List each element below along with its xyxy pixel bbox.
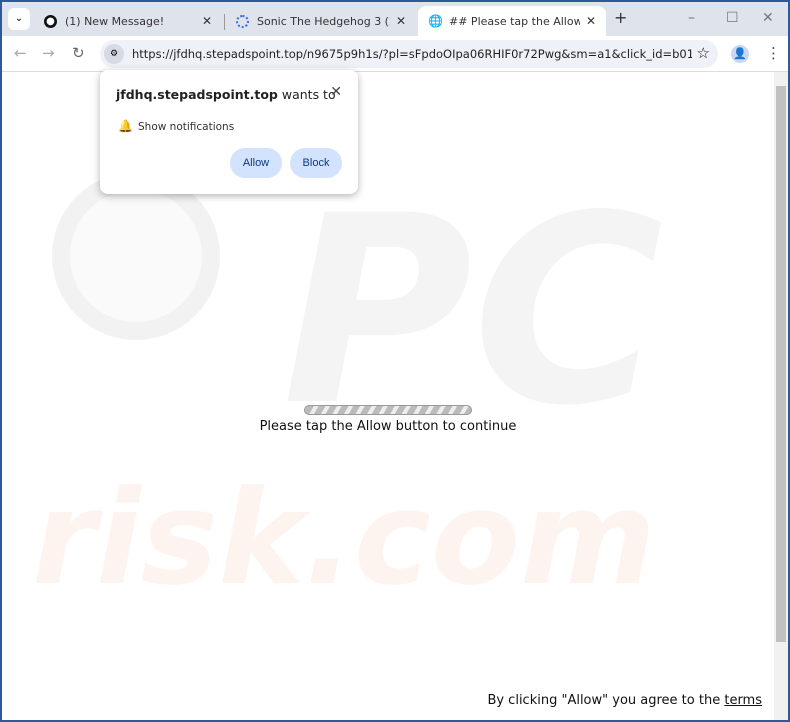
watermark-magnifier [52, 172, 220, 340]
maximize-button[interactable]: ☐ [726, 10, 739, 26]
tab-sonic[interactable]: Sonic The Hedgehog 3 (2024).mp4 ✕ [226, 6, 416, 36]
url-text[interactable]: https://jfdhq.stepadspoint.top/n9675p9h1… [132, 47, 692, 61]
tab-divider [224, 14, 225, 30]
notification-permission-popup: jfdhq.stepadspoint.top wants to ✕ 🔔 Show… [100, 70, 358, 194]
forward-button[interactable]: → [42, 44, 55, 62]
back-button[interactable]: ← [14, 44, 27, 62]
instruction-text: Please tap the Allow button to continue [259, 419, 517, 434]
tab-strip: ⌄ ● (1) New Message! ✕ Sonic The Hedgeho… [2, 2, 788, 36]
profile-avatar[interactable]: 👤 [731, 45, 749, 63]
watermark-text: risk.com [32, 462, 656, 614]
popup-title: jfdhq.stepadspoint.top wants to [116, 87, 336, 102]
loading-icon [236, 14, 249, 28]
reload-button[interactable]: ↻ [72, 44, 85, 62]
close-window-button[interactable]: ✕ [762, 10, 774, 26]
tab-new-message[interactable]: ● (1) New Message! ✕ [34, 6, 222, 36]
browser-window: ⌄ ● (1) New Message! ✕ Sonic The Hedgeho… [2, 2, 788, 720]
progress-bar [304, 405, 472, 415]
new-tab-button[interactable]: + [614, 8, 627, 27]
bookmark-star-icon[interactable]: ☆ [697, 44, 710, 62]
scrollbar-thumb[interactable] [776, 86, 786, 642]
close-tab-icon[interactable]: ✕ [586, 14, 596, 28]
terms-link[interactable]: terms [724, 693, 762, 708]
tab-active[interactable]: 🌐 ## Please tap the Allow button ✕ [418, 6, 606, 36]
permission-text: Show notifications [138, 121, 235, 133]
tab-search-button[interactable]: ⌄ [8, 8, 30, 30]
close-tab-icon[interactable]: ✕ [202, 14, 212, 28]
watermark-logo: PC [282, 161, 664, 463]
close-tab-icon[interactable]: ✕ [396, 14, 406, 28]
popup-close-icon[interactable]: ✕ [330, 84, 342, 100]
site-info-icon[interactable]: ⚙ [104, 44, 124, 64]
block-button[interactable]: Block [290, 148, 342, 178]
menu-kebab-icon[interactable]: ⋮ [766, 44, 781, 62]
minimize-button[interactable]: – [688, 10, 695, 26]
record-icon: ● [44, 14, 57, 28]
scrollbar[interactable] [774, 72, 788, 720]
toolbar: ← → ↻ ⚙ https://jfdhq.stepadspoint.top/n… [2, 36, 788, 72]
globe-icon: 🌐 [428, 13, 443, 28]
allow-button[interactable]: Allow [230, 148, 282, 178]
bell-icon: 🔔 [118, 119, 133, 133]
terms-notice: By clicking "Allow" you agree to the ter… [487, 693, 762, 708]
address-bar[interactable]: ⚙ https://jfdhq.stepadspoint.top/n9675p9… [100, 40, 718, 68]
